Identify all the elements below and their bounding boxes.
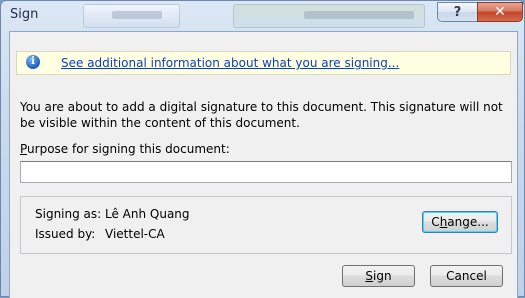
help-icon: ? bbox=[453, 4, 462, 20]
purpose-input[interactable] bbox=[20, 161, 512, 183]
dialog-title: Sign bbox=[10, 7, 39, 22]
background-ghost-text bbox=[304, 11, 414, 19]
dialog-body: i See additional information about what … bbox=[9, 31, 518, 298]
signing-as-label: Signing as: bbox=[35, 207, 102, 221]
cancel-button[interactable]: Cancel bbox=[430, 265, 503, 287]
purpose-label-text: urpose for signing this document: bbox=[27, 142, 230, 156]
additional-info-link[interactable]: See additional information about what yo… bbox=[61, 56, 399, 70]
background-ribbon-ghost bbox=[83, 4, 180, 28]
info-icon: i bbox=[26, 55, 40, 69]
close-button[interactable]: ✕ bbox=[477, 2, 523, 22]
signing-as-value: Lê Anh Quang bbox=[105, 207, 190, 221]
title-bar[interactable]: Sign ? ✕ bbox=[1, 1, 524, 31]
signature-description: You are about to add a digital signature… bbox=[20, 100, 503, 130]
background-ribbon-ghost bbox=[233, 4, 425, 28]
sign-dialog: Sign ? ✕ i See additional information ab… bbox=[0, 0, 525, 298]
close-icon: ✕ bbox=[494, 4, 506, 20]
sign-label-rest: ign bbox=[373, 269, 392, 283]
background-ghost-text bbox=[112, 11, 162, 19]
sign-button[interactable]: Sign bbox=[342, 265, 415, 287]
help-button[interactable]: ? bbox=[437, 2, 478, 22]
change-button[interactable]: Change... bbox=[422, 211, 498, 233]
purpose-mnemonic: P bbox=[20, 142, 28, 156]
change-label-end: ange... bbox=[447, 215, 489, 229]
sign-mnemonic: S bbox=[365, 269, 374, 283]
issued-by-label: Issued by: bbox=[35, 227, 96, 241]
issued-by-value: Viettel-CA bbox=[105, 227, 165, 241]
change-label-start: C bbox=[431, 215, 440, 229]
info-bar: i See additional information about what … bbox=[16, 51, 511, 75]
purpose-label: Purpose for signing this document: bbox=[20, 142, 230, 156]
